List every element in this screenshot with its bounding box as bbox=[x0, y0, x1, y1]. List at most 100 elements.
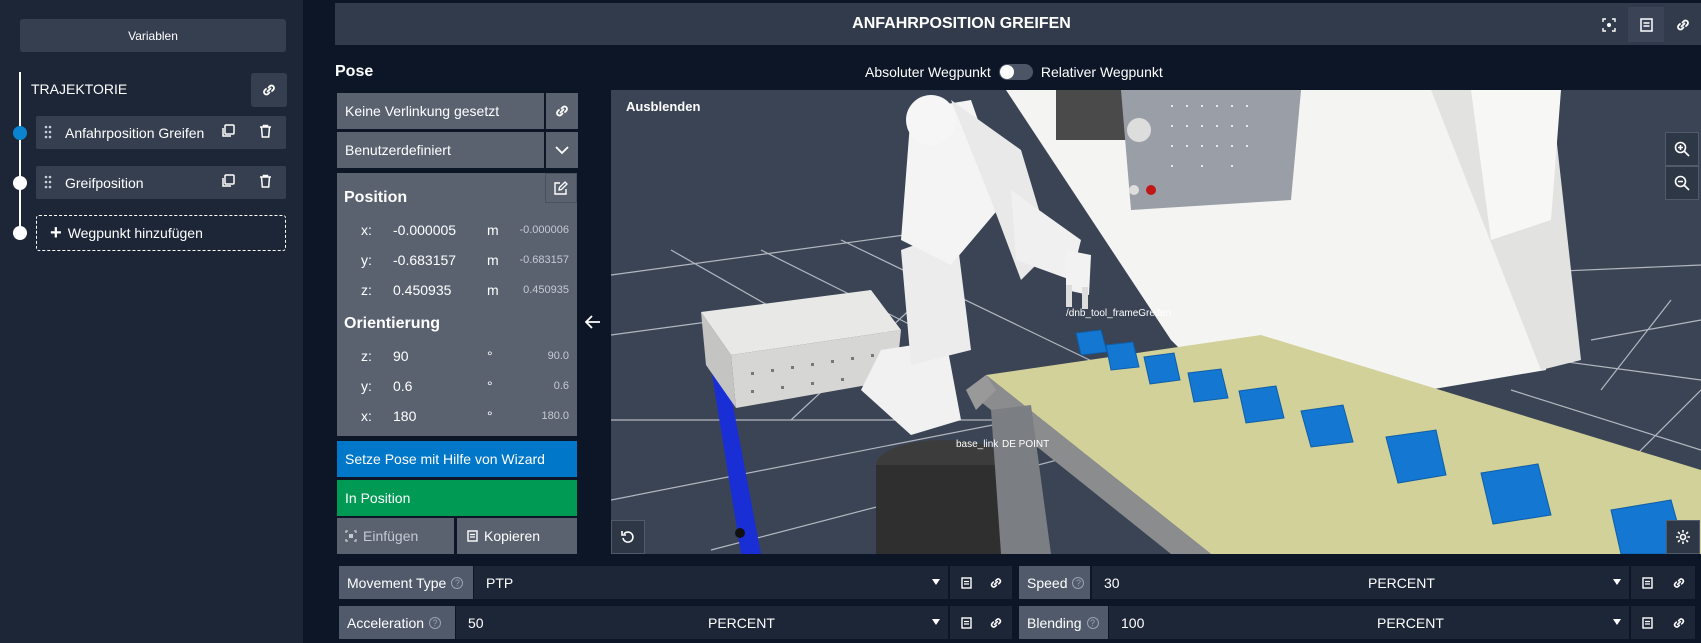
help-icon[interactable]: ? bbox=[451, 576, 464, 589]
header-link-button[interactable] bbox=[1665, 7, 1701, 42]
acceleration-select[interactable]: 50 PERCENT bbox=[456, 606, 948, 639]
blending-notes-button[interactable] bbox=[1631, 606, 1663, 639]
orientation-z-row: z: 90 ° 90.0 bbox=[337, 346, 577, 366]
collapse-panel-arrow-icon[interactable] bbox=[580, 312, 606, 332]
trajectory-title: TRAJEKTORIE bbox=[31, 81, 128, 97]
blending-label: Blending? bbox=[1019, 606, 1108, 639]
timeline-line bbox=[19, 72, 21, 232]
unit-label: ° bbox=[487, 378, 493, 394]
frame-select[interactable]: Benutzerdefiniert bbox=[337, 132, 544, 168]
waypoint-item[interactable]: Anfahrposition Greifen bbox=[36, 116, 286, 149]
point-label: DE POINT bbox=[1002, 439, 1050, 450]
copy-button[interactable]: Kopieren bbox=[457, 518, 577, 554]
teach-position-button[interactable] bbox=[1591, 7, 1627, 42]
variables-button[interactable]: Variablen bbox=[20, 19, 286, 52]
caret-down-icon bbox=[932, 619, 940, 625]
gear-icon bbox=[1676, 530, 1690, 544]
original-value: 0.6 bbox=[553, 380, 569, 392]
position-title: Position bbox=[344, 189, 408, 206]
orientation-z-value[interactable]: 90 bbox=[393, 348, 409, 364]
in-position-button[interactable]: In Position bbox=[337, 480, 577, 516]
trash-icon[interactable] bbox=[259, 124, 272, 138]
duplicate-icon[interactable] bbox=[221, 124, 235, 138]
drag-handle-icon[interactable] bbox=[44, 175, 52, 189]
add-waypoint-button[interactable]: + Wegpunkt hinzufügen bbox=[36, 215, 286, 251]
plus-icon: + bbox=[50, 222, 62, 244]
help-icon[interactable]: ? bbox=[1086, 616, 1099, 629]
link-icon bbox=[556, 105, 568, 117]
movement-type-label: Movement Type? bbox=[339, 566, 473, 599]
add-waypoint-label: Wegpunkt hinzufügen bbox=[67, 225, 203, 241]
original-value: -0.683157 bbox=[519, 254, 569, 266]
orientation-x-value[interactable]: 180 bbox=[393, 408, 416, 424]
pose-values-panel: Position x: -0.000005 m -0.000006 y: -0.… bbox=[337, 173, 577, 436]
help-icon[interactable]: ? bbox=[1072, 576, 1085, 589]
movement-type-select[interactable]: PTP bbox=[474, 566, 948, 599]
unit-label: ° bbox=[487, 408, 493, 424]
position-y-value[interactable]: -0.683157 bbox=[393, 252, 456, 268]
acceleration-label: Acceleration? bbox=[339, 606, 455, 639]
speed-text: Speed bbox=[1027, 574, 1068, 591]
blending-value: 100 bbox=[1121, 615, 1145, 631]
zoom-out-icon bbox=[1674, 175, 1690, 191]
paste-button[interactable]: Einfügen bbox=[337, 518, 454, 554]
position-z-value[interactable]: 0.450935 bbox=[393, 282, 451, 298]
copy-label: Kopieren bbox=[484, 528, 541, 544]
movement-type-notes-button[interactable] bbox=[950, 566, 982, 599]
zoom-in-button[interactable] bbox=[1665, 132, 1699, 166]
waypoint-label: Greifposition bbox=[65, 175, 144, 191]
document-icon bbox=[467, 530, 478, 542]
page-header: ANFAHRPOSITION GREIFEN bbox=[335, 3, 1701, 45]
position-y-row: y: -0.683157 m -0.683157 bbox=[337, 250, 577, 270]
caret-down-icon bbox=[932, 579, 940, 585]
link-icon bbox=[1673, 577, 1685, 588]
trash-icon[interactable] bbox=[259, 174, 272, 188]
acceleration-value: 50 bbox=[468, 615, 484, 631]
link-icon bbox=[990, 577, 1002, 588]
blending-select[interactable]: 100 PERCENT bbox=[1109, 606, 1629, 639]
hide-overlay-button[interactable]: Ausblenden bbox=[626, 99, 700, 114]
position-x-value[interactable]: -0.000005 bbox=[393, 222, 456, 238]
edit-pose-button[interactable] bbox=[545, 173, 577, 203]
movement-type-link-button[interactable] bbox=[980, 566, 1012, 599]
axis-label: x: bbox=[361, 408, 372, 424]
3d-viewport[interactable]: Ausblenden /dnb_tool_frameGreifen base_l… bbox=[611, 90, 1701, 554]
document-icon bbox=[960, 576, 972, 589]
speed-link-button[interactable] bbox=[1663, 566, 1695, 599]
orientation-y-value[interactable]: 0.6 bbox=[393, 378, 412, 394]
pose-title: Pose bbox=[335, 63, 374, 80]
wizard-button[interactable]: Setze Pose mit Hilfe von Wizard bbox=[337, 441, 577, 477]
zoom-out-button[interactable] bbox=[1665, 166, 1699, 200]
speed-value: 30 bbox=[1104, 575, 1120, 591]
waypoint-item[interactable]: Greifposition bbox=[36, 166, 286, 199]
link-icon bbox=[990, 617, 1002, 628]
drag-handle-icon[interactable] bbox=[44, 125, 52, 139]
reset-view-button[interactable] bbox=[611, 520, 645, 554]
help-icon[interactable]: ? bbox=[429, 616, 442, 629]
viewport-settings-button[interactable] bbox=[1666, 520, 1700, 554]
link-icon bbox=[1673, 617, 1685, 628]
notes-button[interactable] bbox=[1628, 7, 1664, 42]
acceleration-notes-button[interactable] bbox=[950, 606, 982, 639]
frame-dropdown-button[interactable] bbox=[546, 132, 578, 168]
acceleration-link-button[interactable] bbox=[980, 606, 1012, 639]
robot-cell-scene bbox=[611, 90, 1701, 554]
speed-select[interactable]: 30 PERCENT bbox=[1092, 566, 1629, 599]
speed-label: Speed? bbox=[1019, 566, 1090, 599]
caret-down-icon bbox=[1613, 579, 1621, 585]
movement-type-text: Movement Type bbox=[347, 574, 447, 591]
waypoint-mode-toggle[interactable] bbox=[998, 64, 1033, 80]
blending-link-button[interactable] bbox=[1663, 606, 1695, 639]
document-icon bbox=[1641, 616, 1653, 629]
link-icon bbox=[1677, 19, 1689, 30]
position-x-row: x: -0.000005 m -0.000006 bbox=[337, 220, 577, 240]
axis-label: z: bbox=[361, 282, 372, 298]
speed-notes-button[interactable] bbox=[1631, 566, 1663, 599]
axis-label: z: bbox=[361, 348, 372, 364]
paste-icon bbox=[345, 530, 357, 542]
duplicate-icon[interactable] bbox=[221, 174, 235, 188]
trajectory-link-button[interactable] bbox=[251, 73, 287, 107]
waypoint-mode-toggle-row: Absoluter Wegpunkt Relativer Wegpunkt bbox=[865, 64, 1163, 80]
edit-icon bbox=[554, 181, 568, 195]
pose-link-button[interactable] bbox=[546, 93, 578, 129]
